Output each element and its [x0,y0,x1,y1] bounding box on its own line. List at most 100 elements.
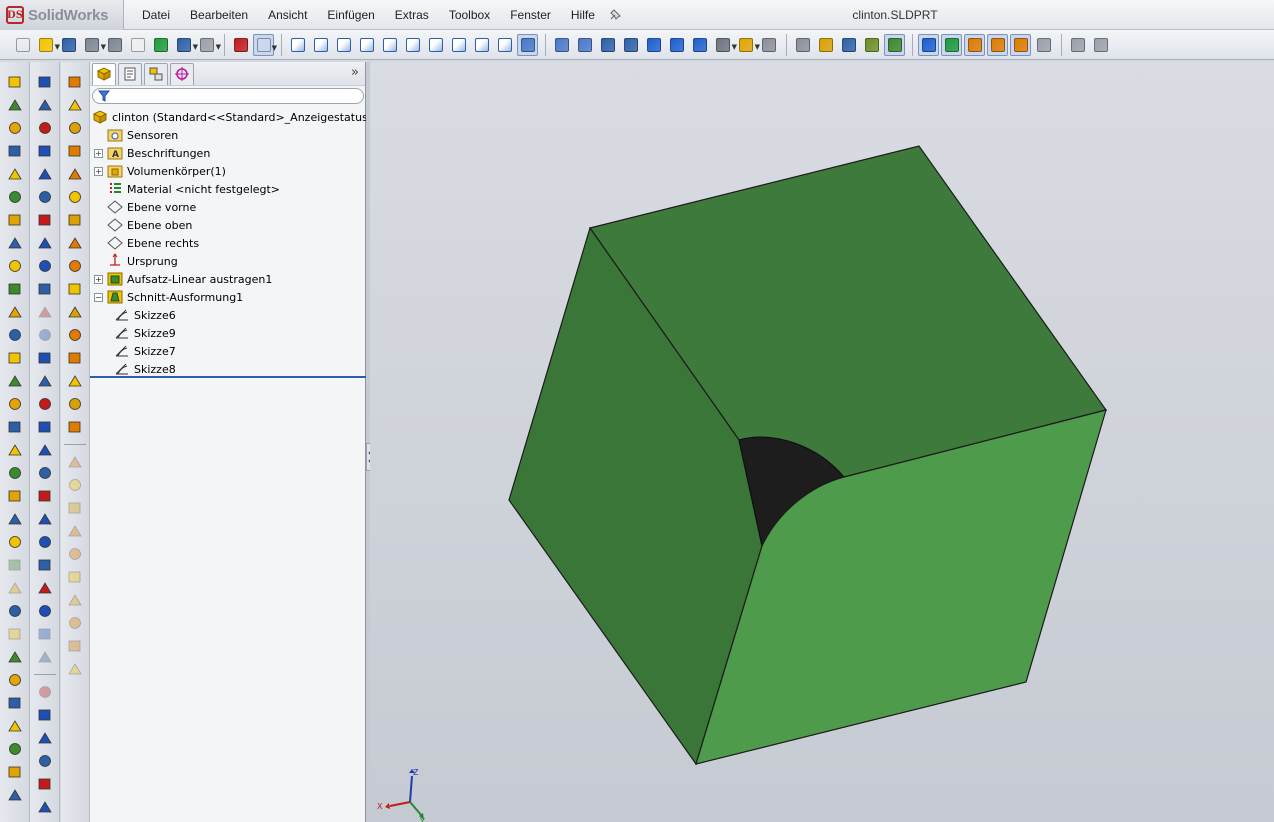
mold-tool-22-icon[interactable] [67,569,83,585]
sketch-tool-27-icon[interactable] [37,684,53,700]
zoom-area-icon[interactable] [551,34,572,56]
feature-manager-tab[interactable] [92,62,116,85]
sketch-tool-29-icon[interactable] [37,730,53,746]
mold-tool-9-icon[interactable] [67,258,83,274]
normal-to-icon[interactable] [494,34,515,56]
sketch-tool-5-icon[interactable] [37,166,53,182]
sketch-tool-14-icon[interactable] [37,373,53,389]
feature-tool-15-icon[interactable] [7,396,23,412]
sketch-tool-6-icon[interactable] [37,189,53,205]
mold-tool-21-icon[interactable] [67,546,83,562]
sketch-tool-16-icon[interactable] [37,419,53,435]
mold-tool-20-icon[interactable] [67,523,83,539]
sketch-tool-12-icon[interactable] [37,327,53,343]
sketch-tool-24-icon[interactable] [37,603,53,619]
tree-item[interactable]: + A Beschriftungen [90,144,366,162]
shaded-edges-icon[interactable] [643,34,664,56]
feature-tool-12-icon[interactable] [7,327,23,343]
mold-tool-6-icon[interactable] [67,189,83,205]
sketch-tool-32-icon[interactable] [37,799,53,815]
feature-tool-20-icon[interactable] [7,511,23,527]
feature-tool-7-icon[interactable] [7,212,23,228]
feature-tool-8-icon[interactable] [7,235,23,251]
routing-icon[interactable] [1090,34,1111,56]
tree-item[interactable]: Skizze9 [90,324,366,342]
save-icon[interactable] [58,34,79,56]
feature-tool-3-icon[interactable] [7,120,23,136]
tree-item[interactable]: Skizze6 [90,306,366,324]
sketch-tool-10-icon[interactable] [37,281,53,297]
tree-item[interactable]: Ebene rechts [90,234,366,252]
menu-datei[interactable]: Datei [132,8,180,22]
view-left-icon[interactable] [333,34,354,56]
feature-tool-1-icon[interactable] [7,74,23,90]
sketch-tool-23-icon[interactable] [37,580,53,596]
mold-tool-3-icon[interactable] [67,120,83,136]
view-trimetric-icon[interactable] [448,34,469,56]
feature-tool-16-icon[interactable] [7,419,23,435]
feature-tool-32-icon[interactable] [7,787,23,803]
mold-tool-10-icon[interactable] [67,281,83,297]
feature-tool-18-icon[interactable] [7,465,23,481]
mold-tool-17-icon[interactable] [67,454,83,470]
sheet-metal-icon[interactable] [1067,34,1088,56]
menu-fenster[interactable]: Fenster [500,8,561,22]
weldment-icon[interactable] [1033,34,1054,56]
configuration-manager-tab[interactable] [144,62,168,85]
mold-tool-25-icon[interactable] [67,638,83,654]
tree-item[interactable]: − Schnitt-Ausformung1 [90,288,366,306]
sketch-tool-7-icon[interactable] [37,212,53,228]
scene-icon[interactable] [758,34,779,56]
expand-icon[interactable]: + [94,148,103,158]
hidden-lines-icon[interactable] [620,34,641,56]
tree-item[interactable]: Ebene oben [90,216,366,234]
undo-icon[interactable]: ▼ [173,34,198,56]
feature-tool-27-icon[interactable] [7,672,23,688]
sketch-tool-21-icon[interactable] [37,534,53,550]
sketch-tool-11-icon[interactable] [37,304,53,320]
sketch-tool-3-icon[interactable] [37,120,53,136]
model-view[interactable] [370,62,1274,822]
parting-line-icon[interactable] [1010,33,1031,56]
tree-item[interactable]: + Aufsatz-Linear austragen1 [90,270,366,288]
filter-vertices-icon[interactable] [941,33,962,56]
view-iso-icon[interactable] [425,34,446,56]
sketch-tool-4-icon[interactable] [37,143,53,159]
print-icon[interactable]: ▼ [81,34,106,56]
feature-tool-6-icon[interactable] [7,189,23,205]
expand-icon[interactable]: + [94,166,103,176]
traffic-light-icon[interactable] [230,34,251,56]
sketch-tool-2-icon[interactable] [37,97,53,113]
tree-item[interactable]: Skizze7 [90,342,366,360]
menu-toolbox[interactable]: Toolbox [439,8,500,22]
mold-tool-2-icon[interactable] [67,97,83,113]
sketch-tool-17-icon[interactable] [37,442,53,458]
tree-item[interactable]: Ebene vorne [90,198,366,216]
mold-tool-12-icon[interactable] [67,327,83,343]
feature-tool-4-icon[interactable] [7,143,23,159]
mold-tool-1-icon[interactable] [67,74,83,90]
sketch-tool-28-icon[interactable] [37,707,53,723]
sketch-tool-1-icon[interactable] [37,74,53,90]
mold-tool-13-icon[interactable] [67,350,83,366]
menu-einfuegen[interactable]: Einfügen [317,8,384,22]
feature-tool-11-icon[interactable] [7,304,23,320]
feature-tool-28-icon[interactable] [7,695,23,711]
tree-item[interactable]: Ursprung [90,252,366,270]
mold-tool-8-icon[interactable] [67,235,83,251]
select-icon[interactable]: ▼ [253,33,277,56]
feature-tool-5-icon[interactable] [7,166,23,182]
tree-item[interactable]: Material <nicht festgelegt> [90,180,366,198]
mold-tool-5-icon[interactable] [67,166,83,182]
feature-tool-31-icon[interactable] [7,764,23,780]
view-right-icon[interactable] [356,34,377,56]
view-front-icon[interactable] [287,34,308,56]
sketch-tool-13-icon[interactable] [37,350,53,366]
feature-tool-10-icon[interactable] [7,281,23,297]
feature-tool-21-icon[interactable] [7,534,23,550]
rotate-icon[interactable] [574,34,595,56]
sketch-tool-9-icon[interactable] [37,258,53,274]
view-back-icon[interactable] [310,34,331,56]
sketch-tool-26-icon[interactable] [37,649,53,665]
view-dimetric-icon[interactable] [471,34,492,56]
